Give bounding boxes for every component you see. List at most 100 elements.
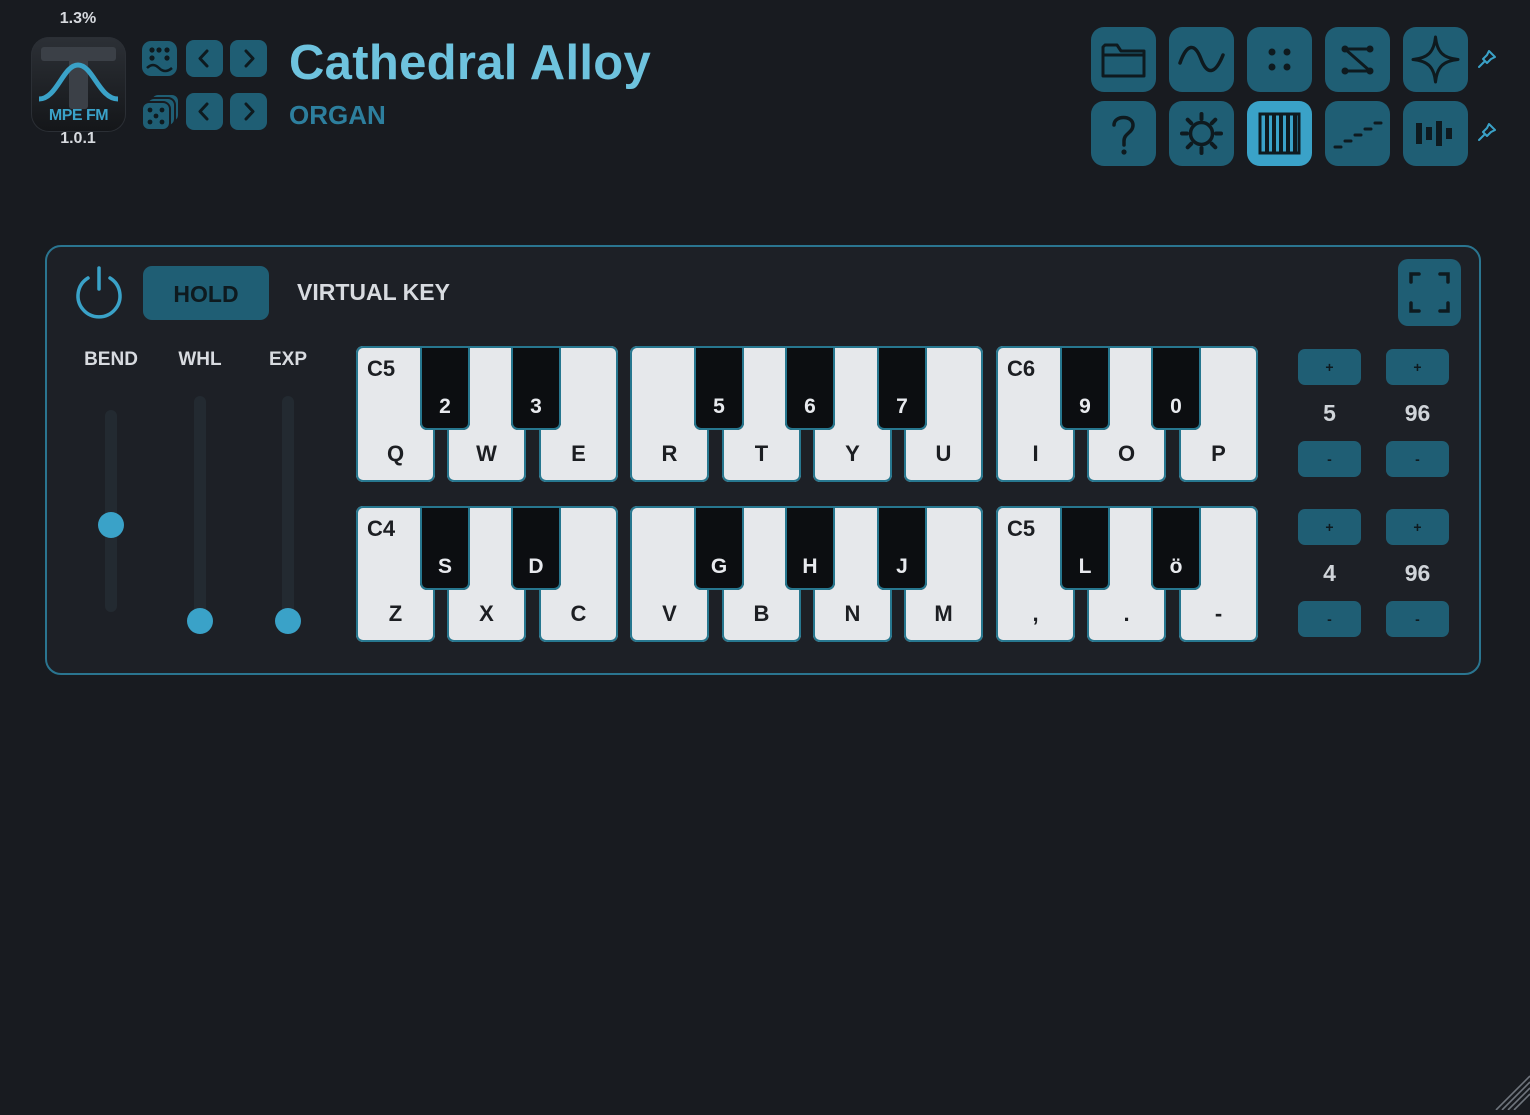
effects-button[interactable]	[1403, 27, 1468, 92]
velocity-minus-button[interactable]: -	[1386, 601, 1449, 637]
matrix-button[interactable]	[1325, 27, 1390, 92]
chevron-right-icon	[244, 49, 255, 68]
chevron-left-icon	[198, 102, 209, 121]
octave-value: 4	[1323, 560, 1336, 586]
white-key-label: Y	[845, 441, 860, 466]
help-icon	[1112, 115, 1135, 155]
black-key-label: 5	[713, 395, 725, 418]
black-key-label: 9	[1079, 395, 1091, 418]
settings-button[interactable]	[1169, 101, 1234, 166]
oscillator-button[interactable]	[1169, 27, 1234, 92]
black-key-label: 7	[896, 395, 908, 418]
black-key-label: D	[528, 555, 544, 578]
prev-bank-button[interactable]	[186, 93, 223, 130]
keyboard-icon	[1258, 112, 1301, 155]
resize-grip-icon	[1495, 1075, 1530, 1111]
white-key-label: P	[1211, 441, 1226, 466]
black-key-label: ö	[1169, 555, 1183, 578]
fullscreen-button[interactable]	[1398, 259, 1461, 326]
chevron-right-icon	[244, 102, 255, 121]
white-key-label: M	[934, 601, 953, 626]
octave-value: 5	[1323, 400, 1336, 426]
octave-minus-button[interactable]: -	[1298, 441, 1361, 477]
black-key-label: 6	[804, 395, 816, 418]
keyboard-button[interactable]	[1247, 101, 1312, 166]
fullscreen-icon	[1409, 272, 1450, 313]
white-key-label: W	[476, 441, 497, 466]
mixer-button[interactable]	[1403, 101, 1468, 166]
next-bank-button[interactable]	[230, 93, 267, 130]
octave-label: C4	[367, 516, 396, 541]
black-key-label: J	[896, 555, 908, 578]
browser-button[interactable]	[1091, 27, 1156, 92]
white-key-label: B	[753, 601, 770, 626]
white-key-label: .	[1123, 601, 1130, 626]
white-key-label: -	[1214, 601, 1223, 626]
chevron-left-icon	[198, 49, 209, 68]
folder-icon	[1101, 43, 1146, 78]
velocity-minus-button[interactable]: -	[1386, 441, 1449, 477]
black-key-label: H	[802, 555, 818, 578]
next-preset-button[interactable]	[230, 40, 267, 77]
sequencer-button[interactable]	[1325, 101, 1390, 166]
black-key-label: 3	[530, 395, 542, 418]
preset-category: ORGAN	[289, 100, 386, 130]
white-key-label: X	[479, 601, 494, 626]
dots-icon	[1268, 48, 1291, 71]
power-icon	[76, 266, 122, 319]
pin-icon	[1478, 50, 1496, 68]
velocity-value: 96	[1404, 400, 1431, 426]
octave-plus-button[interactable]: +	[1298, 509, 1361, 545]
wheel-label: WHL	[178, 349, 222, 370]
white-key-label: U	[935, 441, 952, 466]
bend-slider-thumb[interactable]	[98, 511, 124, 538]
wheel-slider-thumb[interactable]	[187, 608, 213, 634]
white-key-label: C	[570, 601, 587, 626]
panel-title: VIRTUAL KEY	[297, 279, 450, 305]
expression-label: EXP	[268, 349, 308, 370]
pin-bottom-button[interactable]	[1476, 121, 1498, 143]
octave-plus-button[interactable]: +	[1298, 349, 1361, 385]
wave-icon	[1178, 45, 1225, 73]
logo-text: MPE FM	[48, 107, 109, 124]
black-key-label: L	[1078, 555, 1092, 578]
keyboard-power-button[interactable]	[70, 265, 128, 328]
random-dice-stack-icon	[141, 93, 180, 131]
white-key-label: T	[754, 441, 769, 466]
white-key-label: E	[571, 441, 586, 466]
pin-top-button[interactable]	[1476, 48, 1498, 70]
white-key-label: R	[661, 441, 678, 466]
help-button[interactable]	[1091, 101, 1156, 166]
velocity-plus-button[interactable]: +	[1386, 509, 1449, 545]
octave-label: C6	[1007, 356, 1036, 381]
white-key-label: N	[844, 601, 861, 626]
resize-grip[interactable]	[1490, 1070, 1530, 1115]
white-key-label: V	[662, 601, 677, 626]
white-key-label: Q	[386, 441, 405, 466]
velocity-plus-button[interactable]: +	[1386, 349, 1449, 385]
black-key-label: 0	[1170, 395, 1182, 418]
velocity-value: 96	[1404, 560, 1431, 586]
white-key-label: O	[1117, 441, 1136, 466]
wheel-slider-track[interactable]	[194, 396, 206, 621]
prev-preset-button[interactable]	[186, 40, 223, 77]
white-key-label: Z	[388, 601, 403, 626]
preset-name[interactable]: Cathedral Alloy	[289, 35, 651, 91]
expression-slider-thumb[interactable]	[275, 608, 301, 634]
hold-button[interactable]: HOLD	[143, 266, 269, 320]
modulation-button[interactable]	[1247, 27, 1312, 92]
steps-icon	[1333, 121, 1383, 149]
sparkle-icon	[1411, 35, 1460, 84]
octave-minus-button[interactable]: -	[1298, 601, 1361, 637]
plugin-logo[interactable]: MPE FM	[31, 37, 126, 132]
gear-icon	[1180, 112, 1223, 155]
white-key-label: ,	[1032, 601, 1039, 626]
white-key-label: I	[1032, 441, 1039, 466]
black-key-label: S	[437, 555, 452, 578]
cpu-usage: 1.3%	[59, 10, 97, 27]
random-bank-button[interactable]	[141, 92, 180, 131]
expression-slider-track[interactable]	[282, 396, 294, 621]
random-preset-button[interactable]	[141, 40, 178, 77]
black-key-label: 2	[439, 395, 451, 418]
version-label: 1.0.1	[60, 130, 96, 147]
